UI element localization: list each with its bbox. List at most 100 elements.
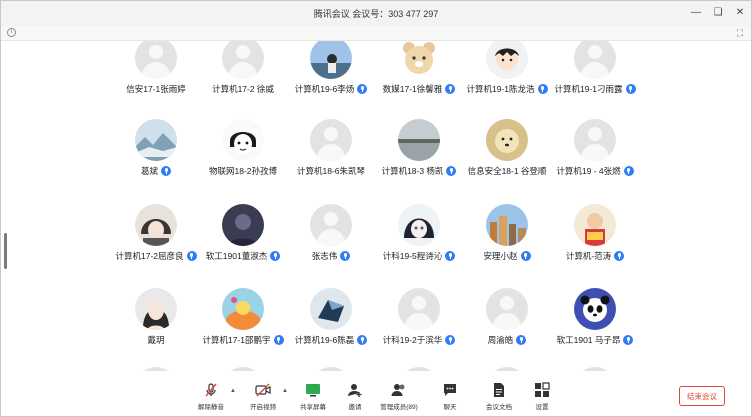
meeting-window: 腾讯会议 会议号：303 477 297 — ❏ ✕ i ⛶ 信安17-1张雨婷… xyxy=(0,0,752,417)
participant-name: 计算机18-3 杨凯 xyxy=(381,166,444,176)
default-avatar xyxy=(398,288,440,330)
participant-name: 物联网18-2孙孜博 xyxy=(208,166,277,176)
chat-icon xyxy=(442,382,458,398)
mic-icon xyxy=(516,335,527,345)
participant-name: 计算机-范涛 xyxy=(565,251,612,261)
window-title: 腾讯会议 会议号：303 477 297 xyxy=(313,9,439,19)
participant-name: 计算机17-1邵鹏宇 xyxy=(202,335,271,345)
participant-tile[interactable]: 计算机19 - 4张燃 xyxy=(540,119,650,199)
participant-name: 计算机19-1刁雨露 xyxy=(554,84,623,94)
default-avatar xyxy=(222,41,264,79)
avatar xyxy=(398,204,440,246)
participant-name: 周渝皓 xyxy=(487,335,514,345)
avatar xyxy=(310,288,352,330)
mic-icon xyxy=(625,84,636,94)
participant-grid: 信安17-1张雨婷 计算机17-2 徐威 计算机19-6李炀 数媒17-1徐馨雅 计算机… xyxy=(1,41,751,371)
video-button[interactable]: 开启视频 xyxy=(243,382,283,414)
share-screen-icon xyxy=(305,382,321,398)
mic-icon xyxy=(520,251,531,261)
window-controls: — ❏ ✕ xyxy=(691,7,745,19)
video-label: 开启视频 xyxy=(250,404,276,411)
participant-name: 葛斌 xyxy=(140,166,158,176)
participant-label: 计算机19 - 4张燃 xyxy=(540,164,650,178)
participant-name: 计算机17-2屈彦良 xyxy=(115,251,184,261)
members-icon xyxy=(391,382,407,398)
participant-name: 信安17-1张雨婷 xyxy=(126,84,186,94)
chat-label: 聊天 xyxy=(443,404,457,411)
info-bar: i ⛶ xyxy=(1,26,751,41)
avatar xyxy=(486,119,528,161)
manage-members-button[interactable]: 管理成员(89) xyxy=(379,382,419,414)
participant-name: 安理小赵 xyxy=(483,251,518,261)
participant-name: 计算机19-6陈磊 xyxy=(294,335,355,345)
participant-label: 计算机19-1刁雨露 xyxy=(540,82,650,96)
docs-label: 会议文档 xyxy=(486,404,512,411)
participant-name: 计算机19-1陈龙浩 xyxy=(466,84,535,94)
participant-name: 计算机18-6朱凯琴 xyxy=(296,166,365,176)
avatar xyxy=(222,119,264,161)
avatar xyxy=(398,119,440,161)
video-options-chevron-icon[interactable]: ▲ xyxy=(282,388,288,394)
mute-button[interactable]: 解除静音 xyxy=(191,382,231,414)
mic-icon xyxy=(614,251,625,261)
participant-name: 计算机19 - 4张燃 xyxy=(556,166,621,176)
muted-mic-icon xyxy=(203,382,219,398)
share-screen-button[interactable]: 共享屏幕 xyxy=(293,382,333,414)
participant-name: 计科19-2于滨华 xyxy=(382,335,443,345)
document-icon xyxy=(491,382,507,398)
avatar xyxy=(135,288,177,330)
meeting-info-icon[interactable]: i xyxy=(7,28,16,37)
restore-icon[interactable]: ❏ xyxy=(713,7,723,19)
fullscreen-icon[interactable]: ⛶ xyxy=(737,28,743,39)
chat-button[interactable]: 聊天 xyxy=(430,382,470,414)
mute-label: 解除静音 xyxy=(198,404,224,411)
settings-button[interactable]: 设置 xyxy=(522,382,562,414)
participant-label: 计算机-范涛 xyxy=(540,249,650,263)
settings-grid-icon xyxy=(534,382,550,398)
default-avatar xyxy=(310,119,352,161)
avatar xyxy=(574,204,616,246)
share-label: 共享屏幕 xyxy=(300,404,326,411)
participant-name: 戴玥 xyxy=(147,335,165,345)
mic-icon xyxy=(340,251,351,261)
participant-tile[interactable]: 软工1901 马子昂 xyxy=(540,288,650,368)
avatar xyxy=(398,41,440,79)
default-avatar xyxy=(310,204,352,246)
close-icon[interactable]: ✕ xyxy=(735,7,745,19)
participant-name: 计科19-5程诗沁 xyxy=(382,251,443,261)
invite-button[interactable]: 邀请 xyxy=(335,382,375,414)
avatar xyxy=(135,119,177,161)
participant-tile[interactable]: 计算机-范涛 xyxy=(540,204,650,284)
mic-icon xyxy=(161,166,171,176)
invite-icon xyxy=(347,382,363,398)
participant-name: 软工1901 马子昂 xyxy=(556,335,621,345)
avatar xyxy=(486,41,528,79)
avatar xyxy=(135,204,177,246)
mic-icon xyxy=(623,335,634,345)
default-avatar xyxy=(574,41,616,79)
mic-icon xyxy=(623,166,634,176)
settings-label: 设置 xyxy=(535,404,549,411)
manage-label: 管理成员(89) xyxy=(380,404,418,411)
participant-tile[interactable]: 计算机19-1刁雨露 xyxy=(540,41,650,121)
avatar xyxy=(222,204,264,246)
avatar xyxy=(222,288,264,330)
participant-label: 软工1901 马子昂 xyxy=(540,333,650,347)
participant-name: 信息安全18-1 谷登顺 xyxy=(467,166,547,176)
default-avatar xyxy=(135,41,177,79)
avatar xyxy=(574,288,616,330)
scroll-handle[interactable] xyxy=(4,233,7,269)
mic-options-chevron-icon[interactable]: ▲ xyxy=(230,388,236,394)
video-off-icon xyxy=(255,382,271,398)
meeting-docs-button[interactable]: 会议文档 xyxy=(479,382,519,414)
avatar xyxy=(310,41,352,79)
default-avatar xyxy=(486,288,528,330)
participant-name: 软工1901董淑杰 xyxy=(205,251,268,261)
end-meeting-button[interactable]: 结束会议 xyxy=(679,386,725,406)
avatar xyxy=(486,204,528,246)
minimize-icon[interactable]: — xyxy=(691,7,701,19)
participant-name: 数媒17-1徐馨雅 xyxy=(382,84,443,94)
participant-name: 计算机19-6李炀 xyxy=(294,84,355,94)
title-bar: 腾讯会议 会议号：303 477 297 — ❏ ✕ xyxy=(1,1,751,26)
participant-name: 计算机17-2 徐威 xyxy=(212,84,274,94)
